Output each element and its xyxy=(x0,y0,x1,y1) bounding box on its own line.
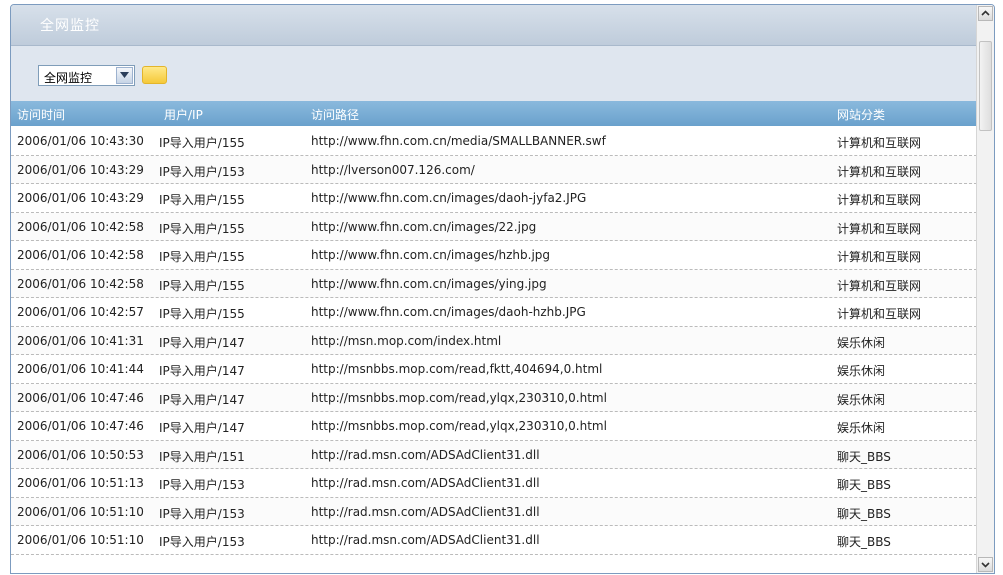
table-row[interactable]: 2006/01/06 10:50:53 IP导入用户/151 http://rad.… xyxy=(11,440,982,469)
cell-path[interactable]: http://lverson007.126.com/ xyxy=(311,163,475,177)
cell-category: 娱乐休闲 xyxy=(837,392,886,407)
cell-time: 2006/01/06 10:51:13 xyxy=(17,476,144,490)
column-header-category[interactable]: 网站分类 xyxy=(837,106,885,123)
vertical-scrollbar[interactable] xyxy=(976,5,994,573)
table-body: 2006/01/06 10:43:30 IP导入用户/155 http://www.… xyxy=(11,127,982,555)
cell-category: 聊天_BBS xyxy=(837,449,891,464)
cell-path[interactable]: http://www.fhn.com.cn/images/hzhb.jpg xyxy=(311,248,550,262)
cell-time: 2006/01/06 10:43:29 xyxy=(17,162,144,177)
cell-time: 2006/01/06 10:47:46 xyxy=(17,419,144,433)
cell-category: 计算机和互联网 xyxy=(837,136,922,150)
cell-user: IP导入用户/155 xyxy=(159,193,245,207)
cell-category: 计算机和互联网 xyxy=(837,278,922,293)
cell-user: IP导入用户/147 xyxy=(159,421,245,435)
cell-category: 娱乐休闲 xyxy=(837,421,886,435)
cell-time: 2006/01/06 10:42:58 xyxy=(17,248,144,262)
cell-time: 2006/01/06 10:42:58 xyxy=(17,219,144,234)
table-row[interactable]: 2006/01/06 10:47:46 IP导入用户/147 http://msnb… xyxy=(11,412,982,441)
table-row[interactable]: 2006/01/06 10:51:13 IP导入用户/153 http://rad.… xyxy=(11,469,982,498)
table-row[interactable]: 2006/01/06 10:51:10 IP导入用户/153 http://rad.… xyxy=(11,497,982,526)
cell-category: 聊天_BBS xyxy=(837,478,891,492)
cell-path[interactable]: http://msnbbs.mop.com/read,fktt,404694,0… xyxy=(311,362,602,376)
cell-user: IP导入用户/147 xyxy=(159,335,245,350)
cell-path[interactable]: http://rad.msn.com/ADSAdClient31.dll xyxy=(311,505,540,519)
cell-path[interactable]: http://www.fhn.com.cn/images/22.jpg xyxy=(311,220,536,234)
table-row[interactable]: 2006/01/06 10:41:31 IP导入用户/147 http://msn.… xyxy=(11,326,982,355)
scope-select-value: 全网监控 xyxy=(44,71,93,85)
cell-user: IP导入用户/153 xyxy=(159,164,245,179)
cell-user: IP导入用户/155 xyxy=(159,250,245,264)
table-row[interactable]: 2006/01/06 10:42:58 IP导入用户/155 http://www.… xyxy=(11,241,982,270)
cell-time: 2006/01/06 10:43:30 xyxy=(17,134,144,148)
table-row[interactable]: 2006/01/06 10:42:58 IP导入用户/155 http://www.… xyxy=(11,212,982,241)
cell-time: 2006/01/06 10:42:57 xyxy=(17,305,144,319)
table-row[interactable]: 2006/01/06 10:43:29 IP导入用户/155 http://www.… xyxy=(11,184,982,213)
cell-user: IP导入用户/153 xyxy=(159,535,245,549)
column-header-path[interactable]: 访问路径 xyxy=(311,106,359,123)
cell-user: IP导入用户/147 xyxy=(159,364,245,378)
arrow-down-icon[interactable] xyxy=(978,557,993,572)
cell-path[interactable]: http://www.fhn.com.cn/images/ying.jpg xyxy=(311,277,547,291)
table-row[interactable]: 2006/01/06 10:47:46 IP导入用户/147 http://msnb… xyxy=(11,383,982,412)
cell-time: 2006/01/06 10:51:10 xyxy=(17,533,144,547)
cell-time: 2006/01/06 10:43:29 xyxy=(17,191,144,205)
cell-path[interactable]: http://rad.msn.com/ADSAdClient31.dll xyxy=(311,476,540,490)
cell-path[interactable]: http://www.fhn.com.cn/media/SMALLBANNER.… xyxy=(311,134,606,148)
cell-user: IP导入用户/155 xyxy=(159,307,245,321)
cell-time: 2006/01/06 10:41:31 xyxy=(17,333,144,348)
cell-path[interactable]: http://msnbbs.mop.com/read,ylqx,230310,0… xyxy=(311,419,607,433)
cell-user: IP导入用户/155 xyxy=(159,221,245,236)
panel-header: 全网监控 xyxy=(11,5,982,46)
cell-user: IP导入用户/155 xyxy=(159,136,245,150)
table-row[interactable]: 2006/01/06 10:51:10 IP导入用户/153 http://rad.… xyxy=(11,526,982,555)
cell-category: 计算机和互联网 xyxy=(837,307,922,321)
table-row[interactable]: 2006/01/06 10:43:30 IP导入用户/155 http://www.… xyxy=(11,127,982,156)
table-row[interactable]: 2006/01/06 10:43:29 IP导入用户/153 http://lver… xyxy=(11,155,982,184)
cell-path[interactable]: http://www.fhn.com.cn/images/daoh-jyfa2.… xyxy=(311,191,586,205)
cell-category: 娱乐休闲 xyxy=(837,364,886,378)
column-header-user[interactable]: 用户/IP xyxy=(164,106,203,123)
cell-category: 计算机和互联网 xyxy=(837,221,922,236)
table-header: 访问时间 用户/IP 访问路径 网站分类 xyxy=(11,101,982,126)
cell-user: IP导入用户/153 xyxy=(159,506,245,521)
cell-time: 2006/01/06 10:41:44 xyxy=(17,362,144,376)
cell-time: 2006/01/06 10:50:53 xyxy=(17,447,144,462)
cell-user: IP导入用户/153 xyxy=(159,478,245,492)
arrow-up-icon[interactable] xyxy=(978,6,993,21)
cell-path[interactable]: http://rad.msn.com/ADSAdClient31.dll xyxy=(311,533,540,547)
cell-category: 聊天_BBS xyxy=(837,506,891,521)
cell-path[interactable]: http://www.fhn.com.cn/images/daoh-hzhb.J… xyxy=(311,305,586,319)
monitor-panel: 全网监控 全网监控 访问时间 用户/IP 访问路径 网站分类 2006/01/0… xyxy=(10,4,995,574)
cell-time: 2006/01/06 10:51:10 xyxy=(17,504,144,519)
scope-select[interactable]: 全网监控 xyxy=(38,65,135,86)
cell-category: 计算机和互联网 xyxy=(837,164,922,179)
cell-category: 计算机和互联网 xyxy=(837,193,922,207)
table-row[interactable]: 2006/01/06 10:41:44 IP导入用户/147 http://msnb… xyxy=(11,355,982,384)
cell-user: IP导入用户/147 xyxy=(159,392,245,407)
cell-path[interactable]: http://rad.msn.com/ADSAdClient31.dll xyxy=(311,448,540,462)
cell-path[interactable]: http://msnbbs.mop.com/read,ylqx,230310,0… xyxy=(311,391,607,405)
table-row[interactable]: 2006/01/06 10:42:57 IP导入用户/155 http://www.… xyxy=(11,298,982,327)
panel-title: 全网监控 xyxy=(40,18,100,34)
cell-category: 计算机和互联网 xyxy=(837,250,922,264)
chevron-down-icon[interactable] xyxy=(116,67,133,84)
cell-category: 聊天_BBS xyxy=(837,535,891,549)
cell-category: 娱乐休闲 xyxy=(837,335,886,350)
table-row[interactable]: 2006/01/06 10:42:58 IP导入用户/155 http://www.… xyxy=(11,269,982,298)
go-button[interactable] xyxy=(142,66,167,84)
cell-user: IP导入用户/155 xyxy=(159,278,245,293)
cell-time: 2006/01/06 10:42:58 xyxy=(17,276,144,291)
scrollbar-thumb[interactable] xyxy=(979,41,992,131)
cell-path[interactable]: http://msn.mop.com/index.html xyxy=(311,334,501,348)
column-header-time[interactable]: 访问时间 xyxy=(17,106,65,123)
cell-user: IP导入用户/151 xyxy=(159,449,245,464)
cell-time: 2006/01/06 10:47:46 xyxy=(17,390,144,405)
